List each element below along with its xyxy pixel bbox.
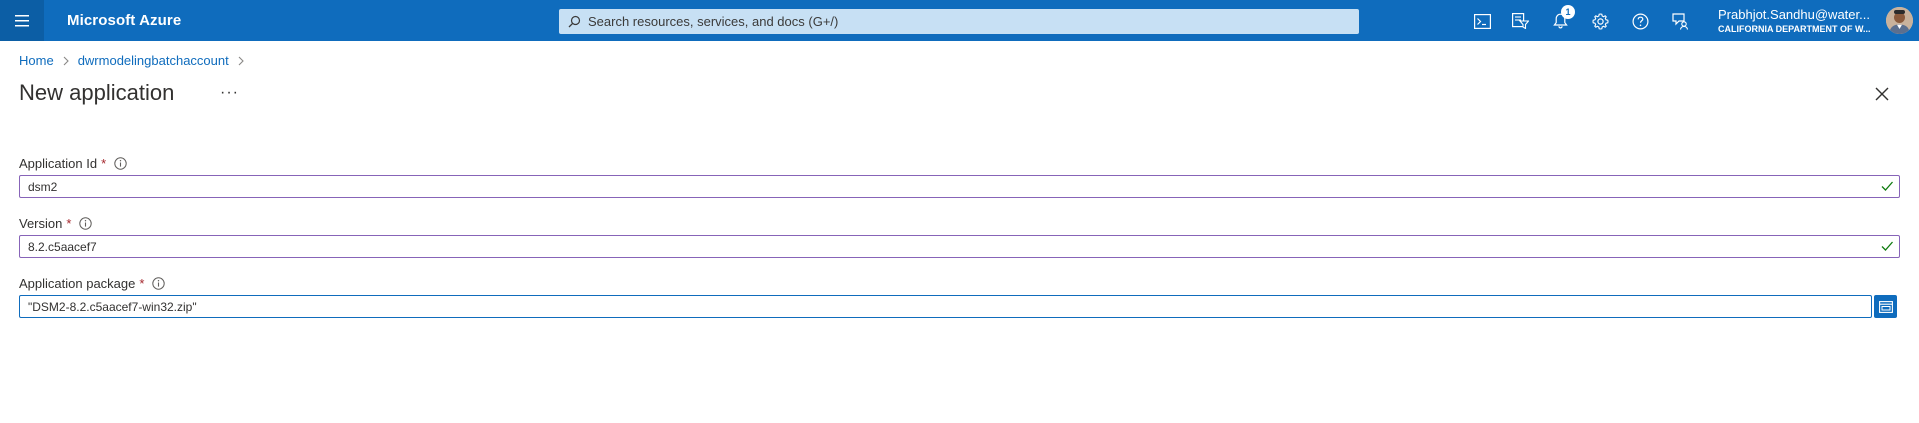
- version-input[interactable]: 8.2.c5aacef7: [19, 235, 1900, 258]
- close-button[interactable]: [1872, 84, 1892, 104]
- chevron-right-icon: [238, 56, 244, 66]
- check-icon: [1880, 179, 1894, 193]
- account-name: Prabhjot.Sandhu@water...: [1718, 7, 1870, 22]
- user-photo-icon: [1886, 7, 1913, 34]
- global-search-input[interactable]: Search resources, services, and docs (G+…: [559, 9, 1359, 34]
- notifications-button[interactable]: 1: [1548, 5, 1575, 33]
- account-organization: CALIFORNIA DEPARTMENT OF W...: [1718, 24, 1871, 34]
- required-marker: *: [101, 156, 107, 171]
- feedback-icon: [1671, 12, 1688, 30]
- required-marker: *: [66, 216, 72, 231]
- avatar[interactable]: [1886, 7, 1913, 34]
- application-id-value: dsm2: [28, 179, 58, 194]
- chevron-right-icon: [63, 56, 69, 66]
- application-package-file-input[interactable]: "DSM2-8.2.c5aacef7-win32.zip": [19, 295, 1872, 318]
- version-label: Version *: [19, 216, 93, 231]
- page-title: New application: [19, 80, 175, 105]
- cloud-shell-icon: [1473, 13, 1491, 29]
- application-package-label-text: Application package: [19, 276, 136, 291]
- directory-filter-button[interactable]: [1508, 9, 1532, 33]
- notification-count-badge: 1: [1561, 5, 1575, 19]
- more-actions-button[interactable]: ···: [220, 84, 239, 102]
- folder-open-icon: [1878, 300, 1893, 313]
- feedback-button[interactable]: [1668, 9, 1692, 33]
- brand-title[interactable]: Microsoft Azure: [67, 12, 181, 29]
- directory-filter-icon: [1511, 13, 1529, 29]
- gear-icon: [1591, 12, 1609, 30]
- required-marker: *: [139, 276, 145, 291]
- application-package-value: "DSM2-8.2.c5aacef7-win32.zip": [28, 299, 197, 314]
- breadcrumb: Home dwrmodelingbatchaccount: [19, 53, 253, 68]
- settings-button[interactable]: [1588, 9, 1612, 33]
- application-id-label-text: Application Id: [19, 156, 98, 171]
- info-icon[interactable]: [114, 157, 127, 170]
- search-icon: [568, 15, 581, 28]
- browse-file-button[interactable]: [1874, 295, 1897, 318]
- close-icon: [1875, 87, 1889, 101]
- info-icon[interactable]: [79, 217, 93, 230]
- help-button[interactable]: [1628, 9, 1652, 33]
- hamburger-icon: [15, 14, 29, 26]
- version-label-text: Version: [19, 216, 63, 231]
- breadcrumb-home-link[interactable]: Home: [19, 53, 54, 68]
- search-placeholder: Search resources, services, and docs (G+…: [588, 14, 839, 29]
- version-value: 8.2.c5aacef7: [28, 239, 97, 254]
- application-id-label: Application Id *: [19, 156, 127, 171]
- breadcrumb-batch-account-link[interactable]: dwrmodelingbatchaccount: [78, 53, 229, 68]
- help-icon: [1631, 12, 1649, 30]
- check-icon: [1880, 239, 1894, 253]
- portal-menu-button[interactable]: [0, 0, 44, 41]
- info-icon[interactable]: [152, 277, 166, 290]
- cloud-shell-button[interactable]: [1470, 9, 1494, 33]
- application-package-label: Application package *: [19, 276, 166, 291]
- application-id-input[interactable]: dsm2: [19, 175, 1900, 198]
- account-menu[interactable]: Prabhjot.Sandhu@water... CALIFORNIA DEPA…: [1718, 7, 1873, 34]
